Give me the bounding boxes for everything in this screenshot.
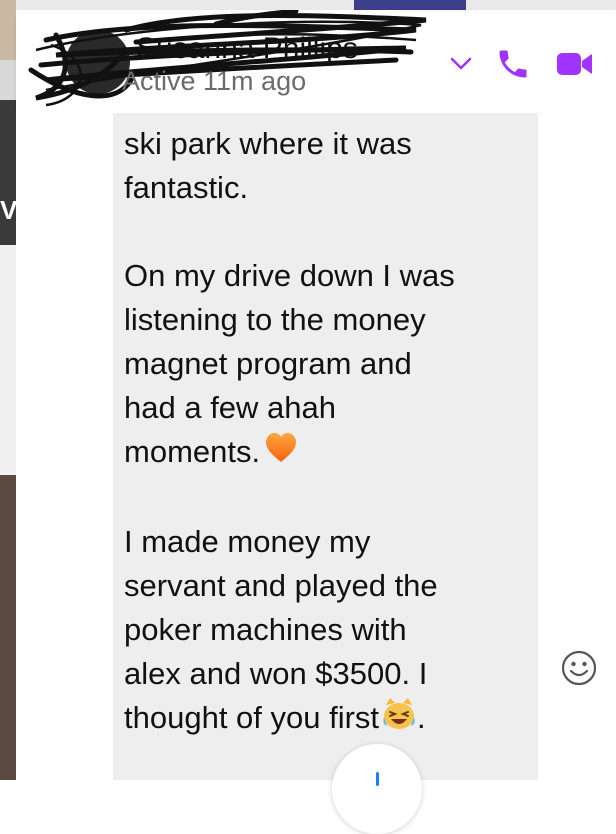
message-line: ski park where it was [124, 126, 412, 161]
message-line: had a few ahah [124, 390, 337, 425]
message-line: servant and played the [124, 567, 438, 603]
message-line: fantastic. [124, 170, 249, 205]
message-line: On my drive down I was [124, 258, 455, 293]
video-camera-icon[interactable] [555, 44, 595, 84]
background-top-peek [16, 0, 616, 10]
background-app-strip: VI [0, 0, 25, 780]
message-line-with-emoji: thought of you first. [124, 696, 524, 743]
chevron-down-icon[interactable] [441, 44, 481, 84]
react-smiley-icon[interactable] [561, 650, 599, 688]
message-line: I made money my [124, 523, 371, 559]
message-line: magnet program and [124, 346, 412, 381]
message-line-with-emoji: moments. [124, 430, 524, 476]
message-line: poker machines with [124, 611, 407, 647]
orange-heart-icon [264, 432, 298, 476]
conversation-header: Susanna Phillips Active 11m ago [16, 10, 616, 113]
phone-icon[interactable] [493, 44, 533, 84]
active-status: Active 11m ago [122, 66, 307, 96]
scroll-down-button[interactable] [332, 744, 422, 834]
crying-laughing-cat-icon [381, 697, 417, 743]
message-line: alex and won $3500. I [124, 655, 428, 691]
arrow-down-icon [376, 772, 379, 786]
message-line: listening to the money [124, 302, 426, 337]
redaction-scribble [28, 10, 427, 107]
message-text: ski park where it was fantastic. On my d… [124, 122, 524, 743]
